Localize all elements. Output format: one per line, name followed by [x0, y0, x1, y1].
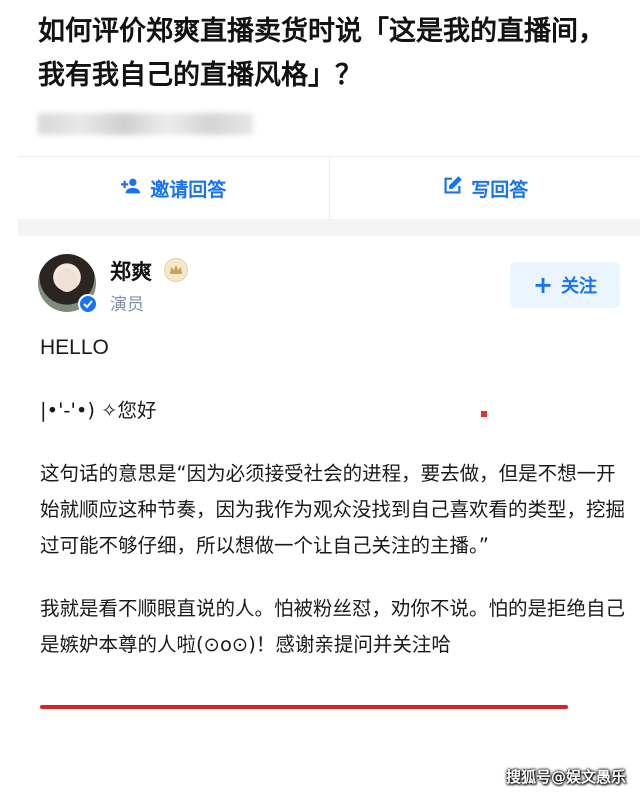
- verified-icon: [78, 294, 98, 314]
- answer-paragraph: 这句话的意思是“因为必须接受社会的进程，要去做，但是不想一开始就顺应这种节奏，因…: [40, 462, 626, 557]
- write-answer-label: 写回答: [471, 178, 529, 201]
- crown-badge-icon: [164, 258, 188, 282]
- answer-paragraph: |•'-'•) ✧您好: [40, 399, 157, 422]
- red-dot: [481, 411, 487, 417]
- follow-label: 关注: [561, 276, 598, 297]
- question-title: 如何评价郑爽直播卖货时说「这是我的直播间，我有我自己的直播风格」？: [38, 16, 605, 91]
- section-separator: [18, 219, 640, 236]
- plus-icon: +: [532, 271, 554, 299]
- invite-answer-button[interactable]: 邀请回答: [18, 157, 329, 219]
- author-row: 郑爽 演员 + 关注: [38, 252, 620, 322]
- answer-paragraph: 我就是看不顺眼直说的人。怕被粉丝怼，劝你不说。怕的是拒绝自己是嫉妒本尊的人啦(⊙…: [40, 597, 626, 656]
- write-answer-button[interactable]: 写回答: [330, 157, 640, 219]
- watermark: 搜狐号@娱文愚乐: [505, 768, 626, 786]
- follow-button[interactable]: + 关注: [510, 262, 620, 308]
- author-name[interactable]: 郑爽: [110, 256, 152, 286]
- blurred-question-meta: [38, 113, 253, 135]
- answer-paragraph: HELLO: [40, 336, 109, 359]
- avatar-face: [57, 268, 77, 292]
- red-underline: [40, 705, 568, 709]
- invite-answer-label: 邀请回答: [150, 178, 227, 201]
- answer-content: HELLO |•'-'•) ✧您好 这句话的意思是“因为必须接受社会的进程，要去…: [40, 330, 632, 690]
- add-user-icon: [120, 175, 142, 202]
- edit-icon: [441, 175, 463, 202]
- author-description: 演员: [110, 295, 144, 315]
- answer-action-bar: 邀请回答 写回答: [18, 157, 640, 219]
